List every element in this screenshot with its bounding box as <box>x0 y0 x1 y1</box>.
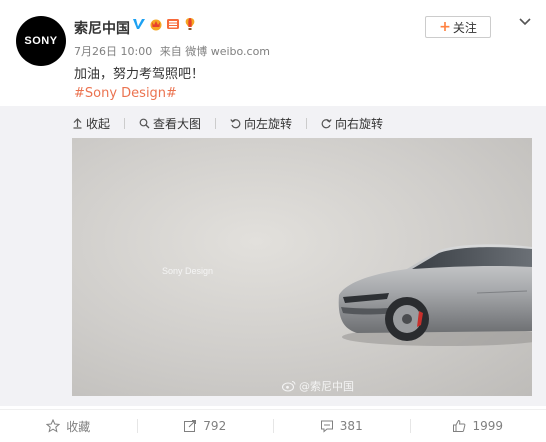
like-button[interactable]: 1999 <box>410 410 546 442</box>
hot-air-balloon-icon[interactable] <box>183 17 197 31</box>
image-caption: Sony Design <box>162 266 213 276</box>
avatar-logo-text: SONY <box>24 35 57 47</box>
plus-icon: + <box>439 21 451 33</box>
vip-level-icon[interactable] <box>166 17 180 31</box>
search-icon <box>139 118 150 129</box>
view-large-button[interactable]: 查看大图 <box>139 115 201 132</box>
media-toolbar: 收起 查看大图 向左旋转 向右旋转 <box>72 115 383 132</box>
collapse-button[interactable]: 收起 <box>72 115 110 132</box>
car-illustration <box>327 233 532 348</box>
rotate-right-icon <box>321 118 332 129</box>
favorite-label: 收藏 <box>66 418 90 435</box>
avatar[interactable]: SONY <box>16 16 66 66</box>
rotate-left-icon <box>230 118 241 129</box>
toolbar-divider <box>306 118 307 129</box>
hashtag-link[interactable]: #Sony Design# <box>74 86 177 101</box>
repost-icon <box>183 419 197 433</box>
account-name[interactable]: 索尼中国 <box>74 18 130 38</box>
crown-badge-icon[interactable] <box>149 17 163 31</box>
comment-icon <box>320 419 334 433</box>
view-large-label: 查看大图 <box>153 115 201 132</box>
weibo-logo-icon <box>282 380 296 392</box>
star-icon <box>46 419 60 433</box>
collapse-label: 收起 <box>86 115 110 132</box>
comment-count: 381 <box>340 419 363 433</box>
toolbar-divider <box>124 118 125 129</box>
account-badges <box>132 17 197 31</box>
weibo-post-card: SONY 索尼中国 7月26日 10:00 来自 微博 weibo.com + … <box>0 0 546 441</box>
thumbs-up-icon <box>452 419 466 433</box>
toolbar-divider <box>215 118 216 129</box>
verified-v-icon[interactable] <box>132 17 146 31</box>
post-source[interactable]: 来自 微博 weibo.com <box>160 45 270 58</box>
post-meta: 7月26日 10:00 来自 微博 weibo.com <box>74 43 274 59</box>
comment-button[interactable]: 381 <box>273 410 410 442</box>
collapse-up-icon <box>72 118 83 129</box>
like-count: 1999 <box>472 419 503 433</box>
post-image[interactable]: Sony Design <box>72 138 532 396</box>
rotate-right-label: 向右旋转 <box>335 115 383 132</box>
rotate-left-button[interactable]: 向左旋转 <box>230 115 292 132</box>
image-watermark: @索尼中国 <box>282 378 354 394</box>
follow-button-label: 关注 <box>453 19 477 36</box>
rotate-right-button[interactable]: 向右旋转 <box>321 115 383 132</box>
post-text: 加油，努力考驾照吧！ <box>74 63 204 82</box>
post-date[interactable]: 7月26日 10:00 <box>74 45 152 58</box>
chevron-down-icon[interactable] <box>518 14 532 28</box>
repost-button[interactable]: 792 <box>137 410 274 442</box>
watermark-text: @索尼中国 <box>299 378 354 394</box>
follow-button[interactable]: + 关注 <box>425 16 491 38</box>
rotate-left-label: 向左旋转 <box>244 115 292 132</box>
favorite-button[interactable]: 收藏 <box>0 410 137 442</box>
action-bar: 收藏 792 381 1999 <box>0 409 546 442</box>
repost-count: 792 <box>203 419 226 433</box>
